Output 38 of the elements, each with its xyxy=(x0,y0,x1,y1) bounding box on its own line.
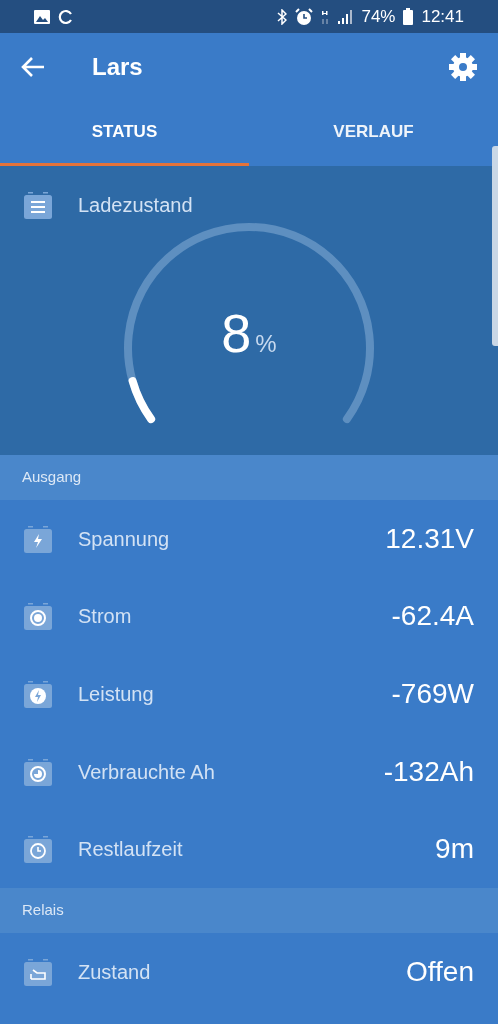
row-value: -62.4A xyxy=(391,599,474,634)
network-icon xyxy=(321,8,330,25)
gauge-fill xyxy=(128,377,156,424)
charge-value: 8 xyxy=(221,303,252,363)
battery-icon xyxy=(403,8,414,25)
screen-title: Lars xyxy=(92,51,143,82)
battery-clock-icon xyxy=(24,835,52,864)
battery-pie-icon xyxy=(24,757,52,786)
bluetooth-icon xyxy=(277,8,288,25)
row-value: -769W xyxy=(391,677,474,711)
row-label: Zustand xyxy=(78,959,151,985)
battery-percentage: 74% xyxy=(361,5,396,28)
row-label: Verbrauchte Ah xyxy=(78,759,215,785)
back-arrow-icon[interactable] xyxy=(20,55,46,78)
settings-icon[interactable] xyxy=(448,51,478,82)
alarm-icon xyxy=(295,7,314,26)
image-icon xyxy=(34,9,50,24)
section-header: Relais xyxy=(0,887,498,933)
row-label: Strom xyxy=(78,604,132,630)
tab[interactable]: VERLAUF xyxy=(249,100,498,166)
row-label: Leistung xyxy=(78,682,154,707)
list-icon xyxy=(24,191,52,219)
clock-time: 12:41 xyxy=(421,5,464,28)
signal-icon xyxy=(337,8,354,25)
section-header: Ausgang xyxy=(0,455,498,500)
row-label: Restlaufzeit xyxy=(78,837,183,863)
charge-label: Ladezustand xyxy=(78,193,193,218)
row-value: 12.31V xyxy=(385,521,474,556)
row-value: 9m xyxy=(435,832,474,867)
relay-switch-icon xyxy=(24,957,52,986)
battery-target-icon xyxy=(24,602,52,631)
battery-bolt-icon xyxy=(24,524,52,553)
sync-icon xyxy=(58,8,74,25)
row-label: Spannung xyxy=(78,526,170,552)
row-value: -132Ah xyxy=(383,754,474,789)
charge-unit: % xyxy=(255,330,277,357)
battery-bolt-icon xyxy=(24,680,52,708)
row-value: Offen xyxy=(406,954,474,989)
